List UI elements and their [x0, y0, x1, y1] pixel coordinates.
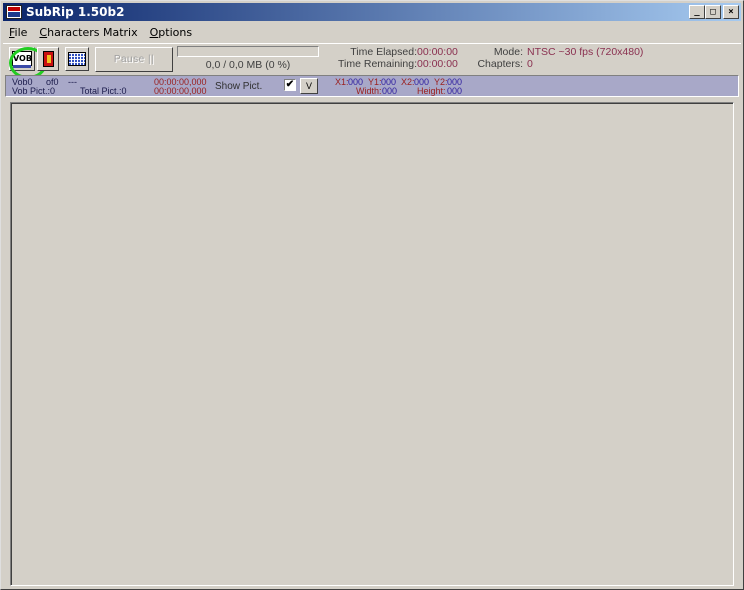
- chapters-label: Chapters:: [477, 58, 523, 70]
- menu-options-accel: O: [149, 26, 159, 39]
- app-icon[interactable]: [6, 5, 22, 19]
- chapters-value: 0: [527, 58, 533, 70]
- matrix-icon: [68, 52, 86, 66]
- v-button[interactable]: V: [300, 78, 318, 94]
- minimize-button[interactable]: _: [689, 5, 705, 19]
- x2-label: X2:: [401, 77, 415, 87]
- info-bar: Vob0 of0 --- Vob Pict.:0 Total Pict.:0 0…: [5, 75, 739, 97]
- height-value: 000: [447, 86, 463, 96]
- matrix-button[interactable]: [65, 47, 89, 71]
- show-pict-checkbox[interactable]: ✔: [284, 79, 296, 91]
- close-button[interactable]: ×: [723, 5, 739, 19]
- window-controls: _ □ ×: [689, 5, 739, 19]
- time-remaining-label: Time Remaining:: [338, 58, 417, 70]
- menu-file[interactable]: File: [3, 26, 33, 39]
- menu-characters-matrix-label: haracters Matrix: [47, 26, 138, 39]
- time-elapsed-label: Time Elapsed:: [350, 46, 417, 58]
- size-readout: 0,0 / 0,0 MB (0 %): [205, 59, 291, 71]
- picture-panel: [10, 102, 734, 586]
- x1-label: X1:: [335, 77, 349, 87]
- time-labels: Time Elapsed: Time Remaining:: [325, 46, 417, 70]
- menu-characters-matrix[interactable]: Characters Matrix: [33, 26, 143, 39]
- maximize-button[interactable]: □: [705, 5, 721, 19]
- open-vob-button[interactable]: VOB: [9, 47, 47, 79]
- progress-bar: [177, 46, 319, 57]
- picture-panel-inner: [11, 103, 733, 585]
- menu-options-label: ptions: [158, 26, 193, 39]
- show-pict-label: Show Pict.: [215, 81, 263, 92]
- film-button[interactable]: [37, 47, 59, 71]
- width-value: 000: [382, 86, 398, 96]
- width-label: Width:: [356, 86, 382, 96]
- vob-pict: Vob Pict.:0: [12, 86, 56, 96]
- mode-values: NTSC ~30 fps (720x480) 0: [527, 46, 727, 70]
- title-bar[interactable]: SubRip 1.50b2 _ □ ×: [3, 3, 741, 21]
- height-label: Height:: [417, 86, 446, 96]
- menu-file-label: ile: [14, 26, 28, 39]
- total-pict: Total Pict.:0: [80, 86, 127, 96]
- end-time: 00:00:00,000: [154, 86, 207, 96]
- window-title: SubRip 1.50b2: [26, 5, 125, 19]
- film-icon: [43, 51, 54, 67]
- menu-characters-matrix-accel: C: [39, 26, 48, 39]
- toolbar: VOB Pause || 0,0 / 0,0 MB (0 %) Time Ela…: [3, 43, 741, 79]
- mode-value: NTSC ~30 fps (720x480): [527, 46, 644, 58]
- pause-button[interactable]: Pause ||: [95, 47, 173, 72]
- menu-bar: File Characters Matrix Options: [3, 23, 741, 42]
- vob-dashes: ---: [68, 77, 77, 87]
- menu-options[interactable]: Options: [144, 26, 198, 39]
- mode-labels: Mode: Chapters:: [463, 46, 523, 70]
- mode-label: Mode:: [493, 46, 523, 58]
- app-window: SubRip 1.50b2 _ □ × File Characters Matr…: [0, 0, 744, 590]
